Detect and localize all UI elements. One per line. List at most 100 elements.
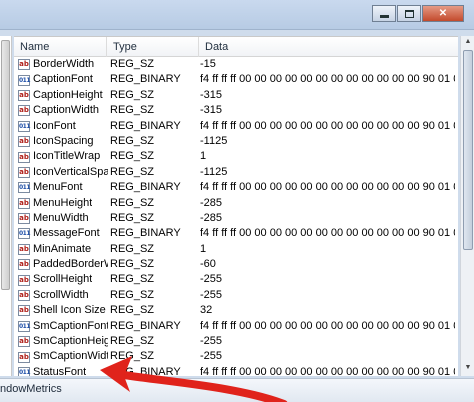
string-value-icon: ab [18, 305, 30, 317]
table-row[interactable]: ab MinAnimate REG_SZ 1 [14, 242, 458, 257]
column-header-name[interactable]: Name [14, 37, 106, 57]
value-name: CaptionHeight [33, 88, 103, 101]
value-data-cell: -1125 [200, 165, 228, 178]
window-controls: ✕ [372, 5, 464, 22]
value-name: ScrollWidth [33, 288, 89, 301]
value-name: MessageFont [33, 227, 100, 240]
value-name-cell[interactable]: ab ScrollHeight [18, 272, 108, 287]
value-name-cell[interactable]: ab MenuHeight [18, 196, 108, 211]
tree-pane[interactable] [0, 36, 12, 376]
values-list[interactable]: Name Type Data ab BorderWidth REG_SZ -15 011… [14, 36, 458, 376]
value-data-cell: -285 [200, 196, 223, 209]
value-name: StatusFont [33, 365, 87, 376]
minimize-button[interactable] [372, 5, 396, 22]
value-name-cell[interactable]: ab IconTitleWrap [18, 149, 108, 164]
value-name-cell[interactable]: ab CaptionHeight [18, 88, 108, 103]
scroll-up-icon[interactable]: ▲ [463, 38, 473, 48]
value-name-cell[interactable]: ab MenuWidth [18, 211, 108, 226]
value-name-cell[interactable]: ab ScrollWidth [18, 288, 108, 303]
value-type-cell: REG_SZ [110, 288, 155, 301]
value-data-cell: -255 [200, 273, 223, 286]
maximize-icon [404, 9, 414, 18]
value-data-cell: f4 ff ff ff 00 00 00 00 00 00 00 00 00 0… [200, 319, 455, 332]
value-name-cell[interactable]: 011 MenuFont [18, 180, 108, 195]
table-row[interactable]: ab IconTitleWrap REG_SZ 1 [14, 149, 458, 164]
value-name-cell[interactable]: ab IconSpacing [18, 134, 108, 149]
scroll-down-icon[interactable]: ▼ [463, 364, 473, 374]
table-row[interactable]: ab Shell Icon Size REG_SZ 32 [14, 303, 458, 318]
value-name: CaptionWidth [33, 104, 100, 117]
value-name-cell[interactable]: ab BorderWidth [18, 57, 108, 72]
column-header-type[interactable]: Type [106, 37, 198, 57]
value-data-cell: f4 ff ff ff 00 00 00 00 00 00 00 00 00 0… [200, 227, 455, 240]
table-row[interactable]: abIconVerticalSpac...REG_SZ -1125 [14, 165, 458, 180]
value-data-cell: -285 [200, 211, 223, 224]
string-value-icon: ab [18, 59, 30, 71]
value-name-cell[interactable]: abIconVerticalSpac... [18, 165, 108, 180]
value-data-cell: f4 ff ff ff 00 00 00 00 00 00 00 00 00 0… [200, 119, 455, 132]
string-value-icon: ab [18, 336, 30, 348]
string-value-icon: ab [18, 351, 30, 363]
value-name-cell[interactable]: ab CaptionWidth [18, 103, 108, 118]
string-value-icon: ab [18, 274, 30, 286]
maximize-button[interactable] [397, 5, 421, 22]
table-row[interactable]: ab IconSpacing REG_SZ -1125 [14, 134, 458, 149]
window-title-bar: ✕ [0, 0, 474, 30]
value-name: ScrollHeight [33, 273, 93, 286]
table-row[interactable]: ab BorderWidth REG_SZ -15 [14, 57, 458, 72]
value-name: IconSpacing [33, 134, 94, 147]
table-row[interactable]: ab CaptionWidth REG_SZ -315 [14, 103, 458, 118]
value-data-cell: -315 [200, 104, 223, 117]
string-value-icon: ab [18, 136, 30, 148]
value-type-cell: REG_BINARY [110, 73, 181, 86]
tree-scrollbar[interactable] [1, 40, 10, 290]
string-value-icon: ab [18, 151, 30, 163]
table-row[interactable]: ab CaptionHeight REG_SZ -315 [14, 88, 458, 103]
value-name: IconFont [33, 119, 76, 132]
table-row[interactable]: abSmCaptionHeightREG_SZ -255 [14, 334, 458, 349]
value-name-cell[interactable]: 011 CaptionFont [18, 72, 108, 87]
string-value-icon: ab [18, 259, 30, 271]
table-row[interactable]: 011 SmCaptionFont REG_BINARY f4 ff ff ff 00… [14, 319, 458, 334]
value-name-cell[interactable]: ab MinAnimate [18, 242, 108, 257]
table-row[interactable]: 011 CaptionFont REG_BINARY f4 ff ff ff 00 0… [14, 72, 458, 87]
value-name: MenuHeight [33, 196, 93, 209]
value-type-cell: REG_SZ [110, 211, 155, 224]
table-row[interactable]: 011 MessageFont REG_BINARY f4 ff ff ff 00 0… [14, 226, 458, 241]
table-row[interactable]: ab MenuWidth REG_SZ -285 [14, 211, 458, 226]
value-data-cell: -1125 [200, 134, 228, 147]
string-value-icon: ab [18, 243, 30, 255]
string-value-icon: ab [18, 89, 30, 101]
table-row[interactable]: abPaddedBorderW...REG_SZ -60 [14, 257, 458, 272]
value-name-cell[interactable]: 011 StatusFont [18, 365, 108, 376]
table-row[interactable]: ab MenuHeight REG_SZ -285 [14, 196, 458, 211]
binary-value-icon: 011 [18, 228, 31, 240]
value-name: CaptionFont [33, 73, 93, 86]
value-name-cell[interactable]: ab SmCaptionWidth [18, 349, 108, 364]
value-name: BorderWidth [33, 58, 95, 70]
value-name: MinAnimate [33, 242, 92, 255]
value-name-cell[interactable]: ab Shell Icon Size [18, 303, 108, 318]
binary-value-icon: 011 [18, 74, 31, 86]
table-row[interactable]: ab ScrollHeight REG_SZ -255 [14, 272, 458, 287]
value-type-cell: REG_BINARY [110, 181, 181, 194]
value-type-cell: REG_BINARY [110, 319, 181, 332]
value-type-cell: REG_SZ [110, 88, 155, 101]
scrollbar-thumb[interactable] [463, 50, 473, 250]
close-button[interactable]: ✕ [422, 5, 464, 22]
vertical-scrollbar[interactable]: ▲ ▼ [460, 36, 474, 376]
value-name-cell[interactable]: 011 IconFont [18, 119, 108, 134]
value-name-cell[interactable]: abSmCaptionHeight [18, 334, 108, 349]
string-value-icon: ab [18, 166, 30, 178]
value-name: SmCaptionHeight [33, 335, 108, 348]
value-name-cell[interactable]: 011 MessageFont [18, 226, 108, 241]
table-row[interactable]: 011 IconFont REG_BINARY f4 ff ff ff 00 00 0… [14, 119, 458, 134]
minimize-icon [379, 14, 389, 18]
value-name-cell[interactable]: abPaddedBorderW... [18, 257, 108, 272]
table-row[interactable]: ab ScrollWidth REG_SZ -255 [14, 288, 458, 303]
string-value-icon: ab [18, 213, 30, 225]
table-row[interactable]: 011 MenuFont REG_BINARY f4 ff ff ff 00 00 0… [14, 180, 458, 195]
value-name-cell[interactable]: 011 SmCaptionFont [18, 319, 108, 334]
column-header-data[interactable]: Data [198, 37, 458, 57]
string-value-icon: ab [18, 290, 30, 302]
